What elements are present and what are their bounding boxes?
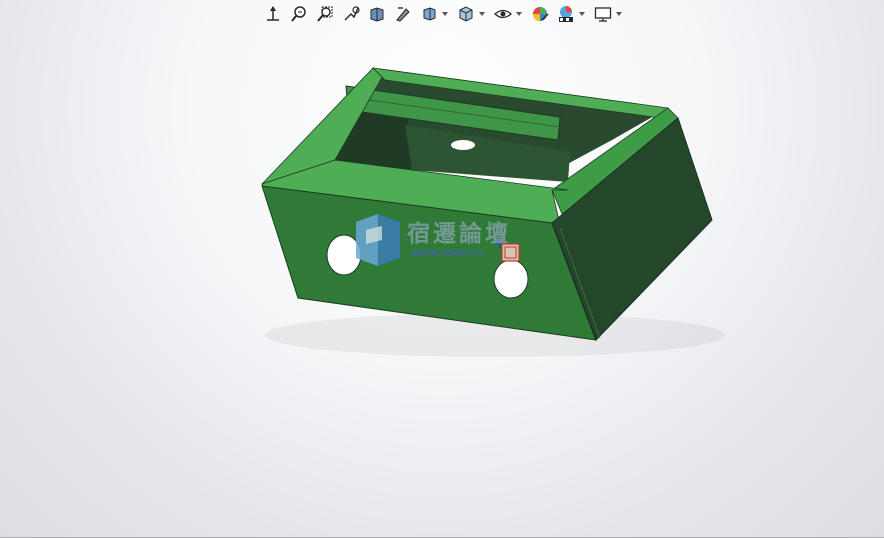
sheet-metal-box-model[interactable] [0,0,884,538]
left-hole [326,234,362,276]
watermark-title: 宿遷論壇 [407,220,511,247]
back-hole [451,140,475,150]
right-hole [493,259,529,299]
graphics-viewport[interactable]: 宿遷論壇 www.sqee.cn [0,0,884,538]
watermark-logo [356,214,400,266]
watermark-url: www.sqee.cn [411,246,484,259]
